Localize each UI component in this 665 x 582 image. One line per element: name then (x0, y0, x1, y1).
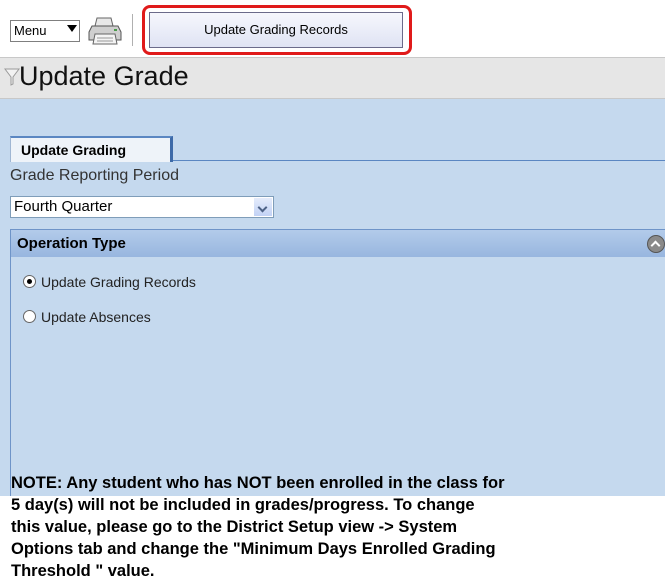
operation-type-title: Operation Type (17, 235, 126, 252)
operation-type-section: Operation Type Update Grading Records Up… (10, 229, 665, 580)
operation-type-header: Operation Type (11, 230, 665, 257)
radio-update-grading-records[interactable]: Update Grading Records (23, 274, 196, 290)
period-value: Fourth Quarter (14, 198, 113, 215)
menu-dropdown[interactable]: Menu (10, 20, 80, 42)
tab-update-grading[interactable]: Update Grading (10, 136, 173, 162)
note-line: 5 day(s) will not be included in grades/… (11, 496, 475, 514)
radio-selected-icon[interactable] (23, 275, 36, 288)
note-line: Options tab and change the "Minimum Days… (11, 540, 496, 558)
radio-update-absences[interactable]: Update Absences (23, 309, 151, 325)
note-text: NOTE: Any student who has NOT been enrol… (11, 472, 665, 582)
note-line: this value, please go to the District Se… (11, 518, 458, 536)
radio-unselected-icon[interactable] (23, 310, 36, 323)
toolbar-divider (132, 14, 134, 46)
note-line: Threshold " value. (11, 562, 155, 580)
title-bar: Update Grade (0, 57, 665, 99)
radio-label: Update Absences (41, 309, 151, 325)
tab-underline (173, 160, 665, 161)
chevron-down-icon[interactable] (254, 198, 272, 216)
grade-reporting-period-label: Grade Reporting Period (10, 167, 179, 184)
chevron-down-icon (67, 25, 77, 32)
radio-label: Update Grading Records (41, 274, 196, 290)
funnel-icon[interactable] (4, 67, 20, 87)
menu-label: Menu (14, 23, 47, 38)
note-line: NOTE: Any student who has NOT been enrol… (11, 474, 505, 492)
grade-reporting-period-select[interactable]: Fourth Quarter (10, 196, 274, 218)
printer-icon[interactable] (87, 14, 123, 46)
collapse-icon[interactable] (647, 235, 665, 253)
toolbar: Menu Update Grading Records (0, 0, 665, 56)
highlight-annotation (142, 5, 412, 55)
page-title: Update Grade (19, 61, 189, 91)
main-panel: Update Grading Grade Reporting Period Fo… (0, 99, 665, 580)
